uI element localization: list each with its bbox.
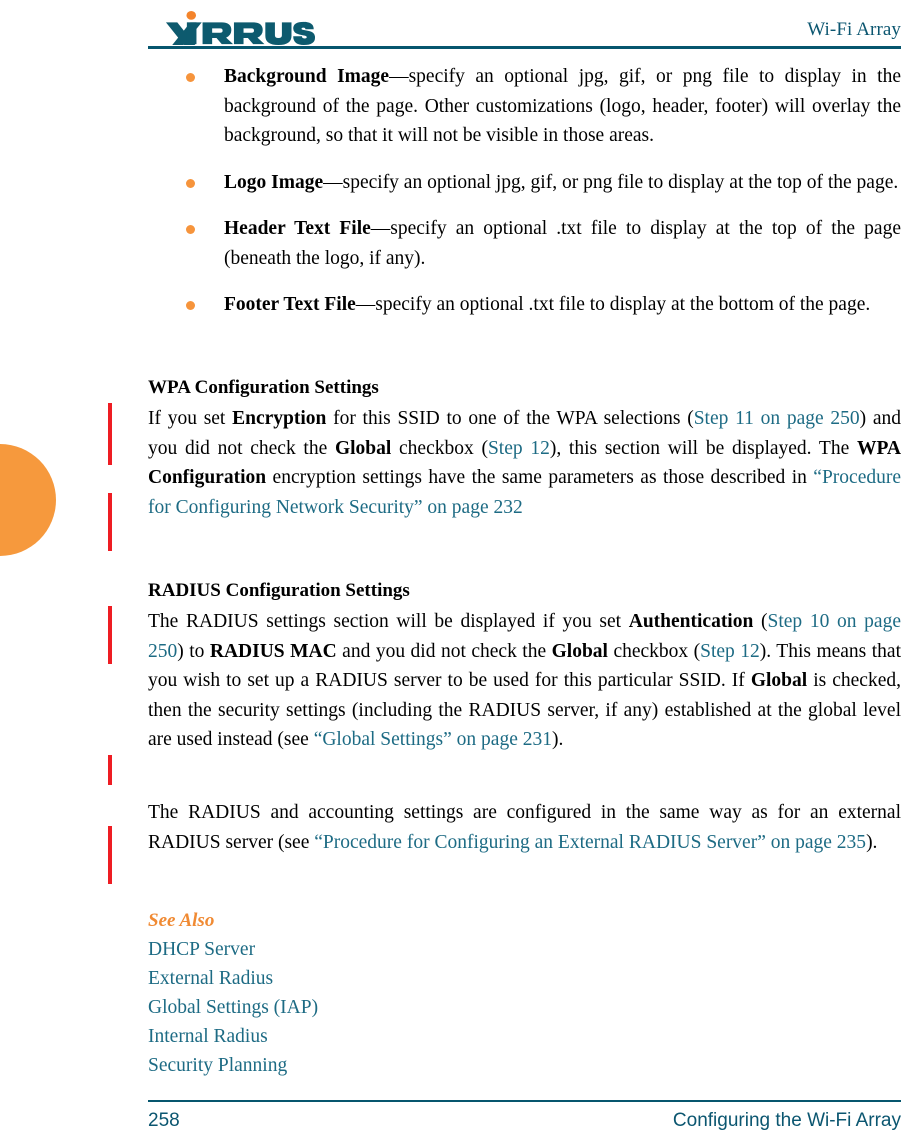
wpa-configuration-section: WPA Configuration Settings If you set En… [148, 375, 901, 522]
text-run: ), this section will be displayed. The [549, 437, 857, 459]
section-heading-wpa: WPA Configuration Settings [148, 377, 379, 398]
xref-link-step12[interactable]: Step 12 [700, 641, 760, 662]
header-rule [148, 46, 901, 49]
bullet-term: Background Image [224, 66, 390, 87]
bullet-dash: — [355, 294, 376, 315]
see-also-link-global-settings-iap[interactable]: Global Settings (IAP) [148, 993, 901, 1022]
term-authentication: Authentication [628, 611, 754, 632]
customization-bullet-list: Background Image—specify an optional jpg… [148, 62, 901, 320]
see-also-link-external-radius[interactable]: External Radius [148, 964, 901, 993]
bullet-list-block: Background Image—specify an optional jpg… [148, 62, 901, 320]
xref-link-global-settings[interactable]: “Global Settings” on page 231 [314, 729, 552, 750]
term-global: Global [334, 437, 392, 459]
change-bar-wpa-top [108, 403, 112, 465]
list-item: Header Text File—specify an optional .tx… [148, 214, 901, 273]
see-also-list: DHCP Server External Radius Global Setti… [148, 935, 901, 1080]
see-also-heading: See Also [148, 910, 215, 931]
list-item: Background Image—specify an optional jpg… [148, 62, 901, 151]
orange-edge-tab [0, 444, 56, 556]
radius-paragraph-2-block: The RADIUS and accounting settings are c… [148, 798, 901, 857]
text-run: If you set [148, 408, 233, 429]
bullet-text: specify an optional .txt file to display… [375, 294, 871, 315]
text-run: ). [866, 831, 878, 853]
see-also-link-internal-radius[interactable]: Internal Radius [148, 1022, 901, 1051]
term-radius-mac: RADIUS MAC [209, 640, 337, 662]
text-run: ). [551, 729, 564, 750]
change-bar-radius-p2 [108, 826, 112, 884]
bullet-text: specify an optional jpg, gif, or png fil… [342, 171, 899, 193]
radius-paragraph-2: The RADIUS and accounting settings are c… [148, 798, 901, 857]
xirrus-logo [165, 11, 316, 45]
text-run: checkbox ( [607, 640, 701, 662]
bullet-dot-icon [186, 73, 195, 82]
radius-configuration-section: RADIUS Configuration Settings The RADIUS… [148, 578, 901, 755]
xref-link-external-radius-server[interactable]: “Procedure for Configuring an External R… [314, 832, 866, 853]
text-run: checkbox ( [391, 437, 488, 459]
footer-rule [148, 1100, 901, 1102]
text-run: for this SSID to one of the WPA selectio… [326, 408, 694, 429]
change-bar-wpa-bottom [108, 493, 112, 551]
bullet-dot-icon [186, 225, 195, 234]
text-run: ( [753, 611, 768, 632]
bullet-dot-icon [186, 178, 195, 188]
section-heading-radius: RADIUS Configuration Settings [148, 580, 410, 601]
wpa-paragraph: If you set Encryption for this SSID to o… [148, 404, 901, 522]
term-global: Global [551, 640, 608, 662]
bullet-term: Header Text File [224, 218, 371, 239]
bullet-dot-icon [186, 301, 195, 310]
bullet-dash: — [389, 66, 409, 87]
term-global: Global [750, 670, 808, 691]
bullet-dash: — [370, 218, 391, 239]
bullet-term: Logo Image [224, 171, 324, 193]
document-page: Wi-Fi Array Background Image—specify an … [0, 0, 901, 1137]
radius-paragraph-1: The RADIUS settings section will be disp… [148, 607, 901, 755]
xref-link-step12[interactable]: Step 12 [488, 438, 550, 459]
footer-title: Configuring the Wi-Fi Array [672, 1110, 901, 1131]
text-run: encryption settings have the same parame… [266, 467, 814, 488]
bullet-dash: — [323, 171, 343, 193]
term-encryption: Encryption [232, 408, 327, 429]
footer-page-number: 258 [148, 1110, 180, 1131]
list-item: Footer Text File—specify an optional .tx… [148, 290, 901, 320]
see-also-section: See Also DHCP Server External Radius Glo… [148, 908, 901, 1080]
see-also-link-dhcp-server[interactable]: DHCP Server [148, 935, 901, 964]
change-bar-radius-top [108, 606, 112, 664]
list-item: Logo Image—specify an optional jpg, gif,… [148, 168, 901, 198]
bullet-term: Footer Text File [224, 294, 356, 315]
text-run: and you did not check the [336, 640, 552, 662]
header-title: Wi-Fi Array [807, 19, 901, 40]
change-bar-radius-bottom [108, 755, 112, 785]
xref-link-step11[interactable]: Step 11 on page 250 [694, 408, 860, 429]
text-run: The RADIUS settings section will be disp… [148, 611, 629, 632]
text-run: ) to [177, 640, 210, 662]
see-also-link-security-planning[interactable]: Security Planning [148, 1051, 901, 1080]
